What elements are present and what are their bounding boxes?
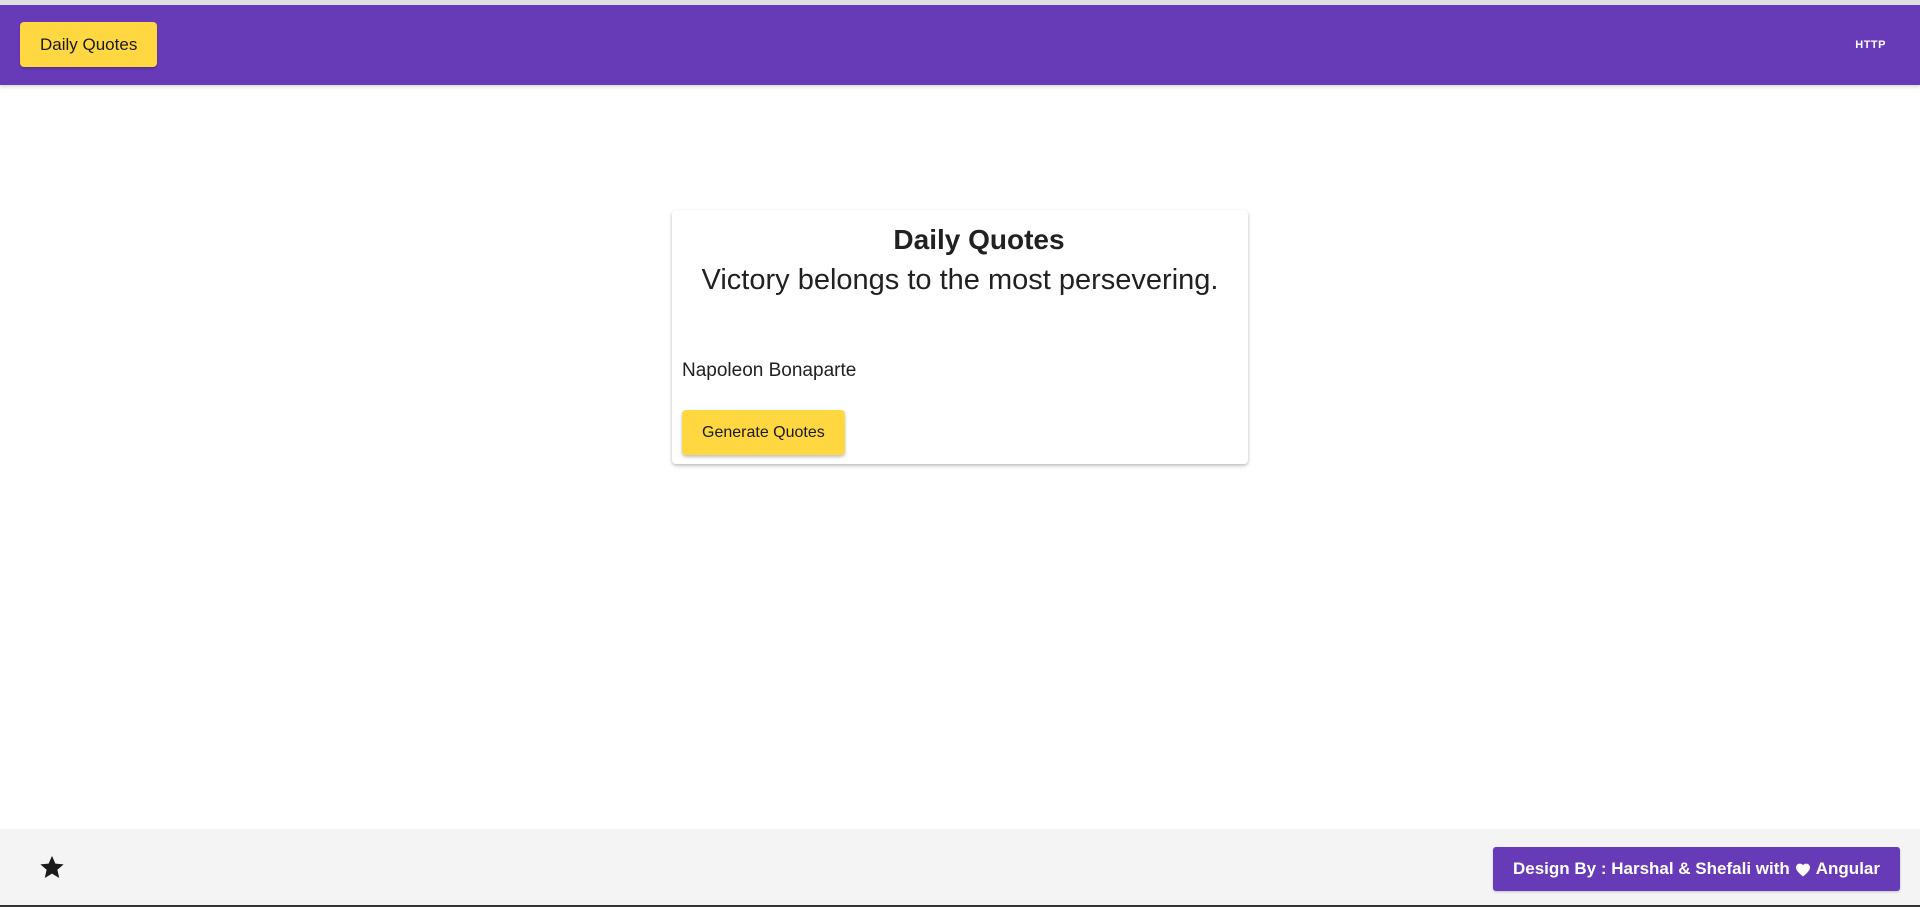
quote-author: Napoleon Bonaparte — [682, 360, 857, 381]
generate-quotes-button[interactable]: Generate Quotes — [682, 410, 845, 455]
design-credit-badge: Design By : Harshal & Shefali with Angul… — [1492, 847, 1900, 891]
credit-prefix: Design By : Harshal & Shefali with — [1512, 859, 1790, 878]
daily-quotes-brand-button[interactable]: Daily Quotes — [20, 22, 158, 67]
card-title: Daily Quotes — [893, 224, 1065, 255]
footer: Design By : Harshal & Shefali with Angul… — [0, 829, 1920, 907]
star-icon[interactable] — [38, 853, 66, 881]
top-toolbar: Daily Quotes HTTP — [0, 5, 1920, 85]
quote-card: Daily Quotes Victory belongs to the most… — [672, 210, 1248, 464]
app-page: Daily Quotes HTTP Daily Quotes Victory b… — [0, 0, 1920, 907]
credit-suffix: Angular — [1815, 859, 1880, 878]
quote-text: Victory belongs to the most persevering. — [701, 264, 1219, 296]
http-link[interactable]: HTTP — [1855, 39, 1886, 51]
heart-icon — [1795, 863, 1810, 876]
